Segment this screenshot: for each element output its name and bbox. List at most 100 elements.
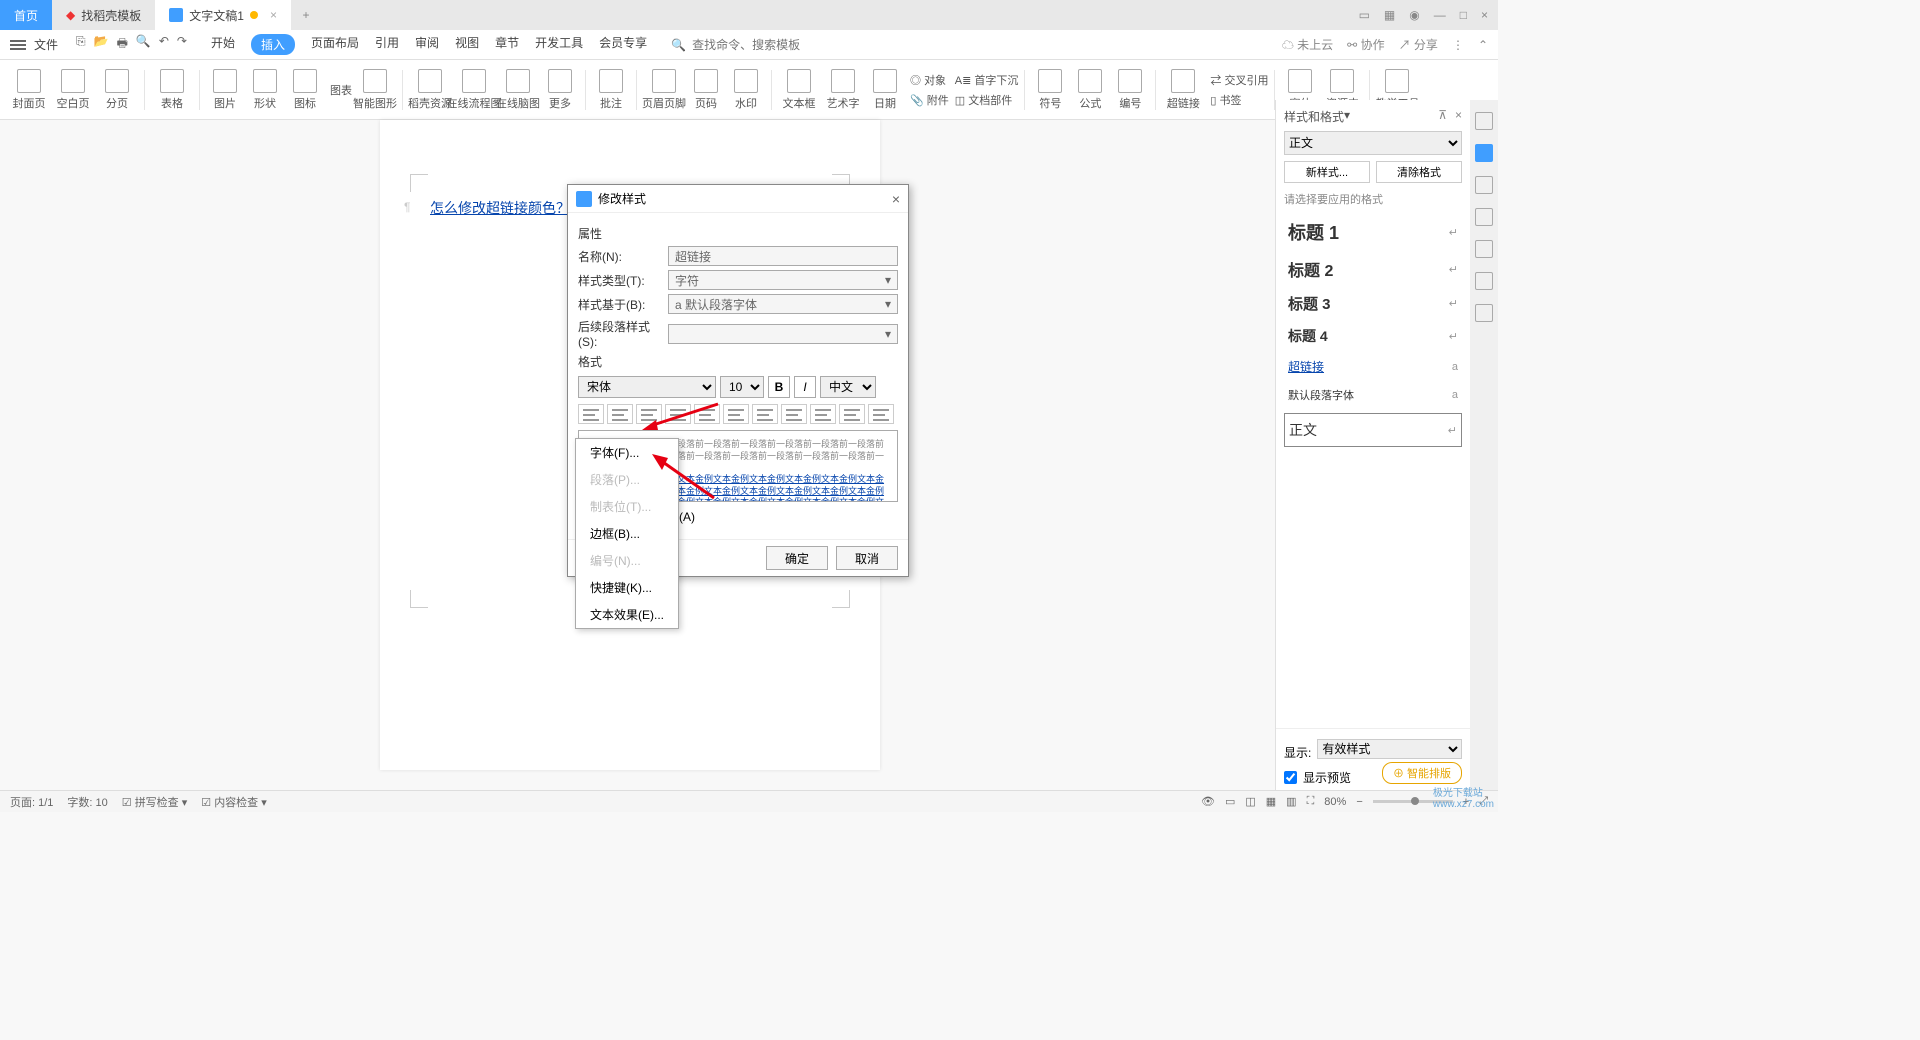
tool-1-icon[interactable] — [1475, 112, 1493, 130]
rb-more[interactable]: 更多 — [541, 62, 579, 118]
rb-header[interactable]: 页眉页脚 — [643, 62, 685, 118]
rb-icon[interactable]: 图标 — [286, 62, 324, 118]
tool-4-icon[interactable] — [1475, 240, 1493, 258]
pin-icon[interactable]: ⊼ — [1438, 108, 1447, 125]
zoom-out-icon[interactable]: − — [1356, 796, 1362, 808]
style-defaultfont[interactable]: 默认段落字体a — [1284, 381, 1462, 409]
view2-icon[interactable]: ◫ — [1245, 795, 1255, 808]
open-icon[interactable]: 📂 — [94, 34, 109, 55]
panel-close-icon[interactable]: × — [1455, 108, 1462, 125]
show-dropdown[interactable]: 有效样式 — [1317, 739, 1462, 759]
align-center-icon[interactable] — [607, 404, 633, 424]
cancel-button[interactable]: 取消 — [836, 546, 898, 570]
spell-check[interactable]: ☑ 拼写检查 ▾ — [122, 794, 188, 810]
menu-member[interactable]: 会员专享 — [599, 34, 647, 55]
redo-icon[interactable]: ↷ — [177, 34, 187, 55]
rb-docpart[interactable]: ◫ 文档部件 — [955, 92, 1019, 108]
rb-textbox[interactable]: 文本框 — [778, 62, 820, 118]
tool-styles-icon[interactable] — [1475, 144, 1493, 162]
bold-button[interactable]: B — [768, 376, 790, 398]
ok-button[interactable]: 确定 — [766, 546, 828, 570]
zoom-value[interactable]: 80% — [1324, 796, 1346, 808]
align-right-icon[interactable] — [636, 404, 662, 424]
close-icon[interactable]: × — [270, 8, 277, 22]
rb-table[interactable]: 表格 — [151, 62, 193, 118]
cloud-status[interactable]: ☁ 未上云 — [1282, 36, 1333, 53]
menu-font[interactable]: 字体(F)... — [576, 439, 678, 466]
page-status[interactable]: 页面: 1/1 — [10, 794, 53, 810]
menu-layout[interactable]: 页面布局 — [311, 34, 359, 55]
menu-review[interactable]: 审阅 — [415, 34, 439, 55]
rb-shape[interactable]: 形状 — [246, 62, 284, 118]
size-dropdown[interactable]: 10 — [720, 376, 764, 398]
rb-object[interactable]: ◎ 对象 — [910, 72, 949, 88]
tab-new[interactable]: + — [291, 8, 321, 22]
menu-insert[interactable]: 插入 — [251, 34, 295, 55]
spacing2-icon[interactable] — [723, 404, 749, 424]
undo-icon[interactable]: ↶ — [159, 34, 169, 55]
search-input[interactable] — [692, 38, 832, 52]
rb-cross[interactable]: ⇄ 交叉引用 — [1210, 72, 1268, 88]
minimize-icon[interactable]: — — [1434, 8, 1446, 22]
rb-water[interactable]: 水印 — [727, 62, 765, 118]
grid-icon[interactable]: ▦ — [1384, 8, 1395, 22]
align-justify-icon[interactable] — [665, 404, 691, 424]
rb-mind[interactable]: 在线脑图 — [497, 62, 539, 118]
preview-icon[interactable]: 🔍 — [136, 34, 151, 55]
rb-link[interactable]: 超链接 — [1162, 62, 1204, 118]
current-style-dropdown[interactable]: 正文 — [1284, 131, 1462, 155]
menu-chapter[interactable]: 章节 — [495, 34, 519, 55]
style-h4[interactable]: 标题 4↵ — [1284, 320, 1462, 352]
rb-attach[interactable]: 📎 附件 — [910, 92, 949, 108]
font-dropdown[interactable]: 宋体 — [578, 376, 716, 398]
new-style-button[interactable]: 新样式... — [1284, 161, 1370, 183]
rb-symbol[interactable]: 符号 — [1031, 62, 1069, 118]
content-check[interactable]: ☑ 内容检查 ▾ — [201, 794, 267, 810]
indent1-icon[interactable] — [781, 404, 807, 424]
rb-blank[interactable]: 空白页 — [52, 62, 94, 118]
preview-checkbox[interactable] — [1284, 771, 1297, 784]
spacing3-icon[interactable] — [752, 404, 778, 424]
menu-border[interactable]: 边框(B)... — [576, 520, 678, 547]
indent3-icon[interactable] — [839, 404, 865, 424]
type-dropdown[interactable]: 字符 — [668, 270, 898, 290]
next-dropdown[interactable] — [668, 324, 898, 344]
style-h3[interactable]: 标题 3↵ — [1284, 287, 1462, 320]
rb-break[interactable]: 分页 — [96, 62, 138, 118]
rb-pagenum[interactable]: 页码 — [687, 62, 725, 118]
tab-templates[interactable]: ◆找稻壳模板 — [52, 0, 155, 30]
menu-refs[interactable]: 引用 — [375, 34, 399, 55]
menu-shortcut[interactable]: 快捷键(K)... — [576, 574, 678, 601]
tool-5-icon[interactable] — [1475, 272, 1493, 290]
layout-icon[interactable]: ▭ — [1359, 8, 1370, 22]
view3-icon[interactable]: ▦ — [1266, 795, 1276, 808]
view4-icon[interactable]: ▥ — [1286, 795, 1296, 808]
italic-button[interactable]: I — [794, 376, 816, 398]
eye-icon[interactable]: 👁 — [1201, 795, 1215, 808]
tool-3-icon[interactable] — [1475, 208, 1493, 226]
rb-cover[interactable]: 封面页 — [8, 62, 50, 118]
new-icon[interactable]: ⎘ — [76, 34, 86, 55]
tab-home[interactable]: 首页 — [0, 0, 52, 30]
style-body[interactable]: 正文↵ — [1284, 413, 1462, 447]
hamburger-icon[interactable] — [10, 40, 26, 50]
lang-dropdown[interactable]: 中文 — [820, 376, 876, 398]
rb-chart[interactable]: 图表 — [330, 82, 352, 98]
menu-view[interactable]: 视图 — [455, 34, 479, 55]
spacing1-icon[interactable] — [694, 404, 720, 424]
hyperlink-text[interactable]: 怎么修改超链接颜色？ — [430, 200, 570, 216]
clear-format-button[interactable]: 清除格式 — [1376, 161, 1462, 183]
collapse-icon[interactable]: ⌃ — [1478, 38, 1488, 52]
align-left-icon[interactable] — [578, 404, 604, 424]
dialog-close-icon[interactable]: × — [892, 191, 900, 207]
indent4-icon[interactable] — [868, 404, 894, 424]
rb-flow[interactable]: 在线流程图 — [453, 62, 495, 118]
fit-icon[interactable]: ⛶ — [1307, 795, 1315, 808]
rb-wordart[interactable]: 艺术字 — [822, 62, 864, 118]
style-h2[interactable]: 标题 2↵ — [1284, 251, 1462, 287]
share-button[interactable]: ↗ 分享 — [1399, 36, 1438, 53]
close-window-icon[interactable]: × — [1481, 8, 1488, 22]
rb-bookmark[interactable]: ▯ 书签 — [1210, 92, 1268, 108]
name-field[interactable]: 超链接 — [668, 246, 898, 266]
print-icon[interactable]: 🖶 — [117, 34, 128, 55]
